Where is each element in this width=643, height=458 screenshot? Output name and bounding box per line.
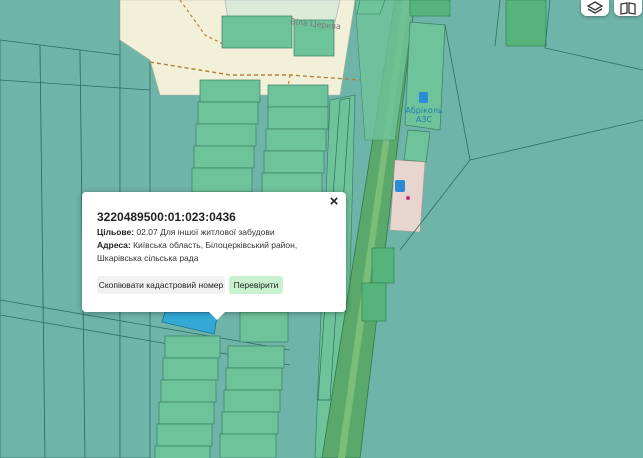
- purpose-row: Цільове: 02.07 Для іншої житлової забудо…: [97, 226, 337, 239]
- layers-button[interactable]: [581, 0, 609, 16]
- map-book-button[interactable]: [614, 0, 642, 16]
- gas-station-name: Абріколь: [405, 106, 443, 115]
- top-parcel: [356, 0, 386, 15]
- check-button[interactable]: Перевірити: [229, 276, 283, 294]
- address-row: Адреса: Київська область, Білоцерківськи…: [97, 239, 337, 265]
- poi-dot: [406, 196, 410, 200]
- fuel-icon: [395, 180, 405, 192]
- popup-tip: [209, 312, 225, 320]
- address-label: Адреса:: [97, 240, 131, 250]
- gas-station-type: АЗС: [416, 115, 433, 124]
- gas-station-pad: [389, 159, 426, 233]
- copy-cadastral-number-button[interactable]: Скопіювати кадастровий номер: [97, 276, 225, 294]
- purpose-value: 02.07 Для іншої житлової забудови: [136, 227, 275, 237]
- cadastral-number: 3220489500:01:023:0436: [97, 210, 236, 224]
- purpose-label: Цільове:: [97, 227, 135, 237]
- book-map-icon: [620, 2, 636, 15]
- gas-station-icon: [419, 92, 428, 103]
- close-icon[interactable]: ×: [326, 194, 342, 210]
- layers-icon: [587, 1, 603, 14]
- gas-station-parcel-2: [403, 129, 431, 163]
- parcel-popup: × 3220489500:01:023:0436 Цільове: 02.07 …: [82, 192, 346, 320]
